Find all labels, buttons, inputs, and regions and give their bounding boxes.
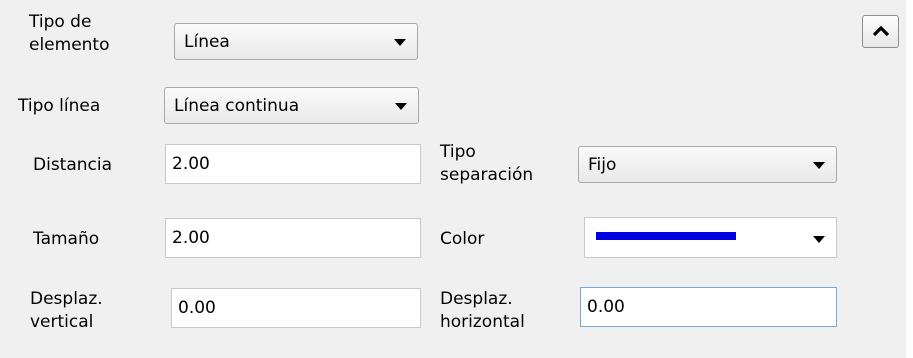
line-type-select[interactable]: Línea continua [164,87,419,124]
horizontal-offset-input[interactable]: 0.00 [580,287,837,327]
size-input[interactable]: 2.00 [165,218,421,258]
chevron-down-icon [813,162,825,169]
separation-type-select[interactable]: Fijo [578,146,837,183]
distance-label: Distancia [33,155,113,175]
separation-type-label: Tipo separación [440,142,534,185]
element-type-select[interactable]: Línea [174,23,418,60]
line-type-label: Tipo línea [18,96,101,116]
size-value: 2.00 [172,228,210,248]
element-type-value: Línea [184,32,230,52]
color-select[interactable] [584,217,837,258]
panel-edge [906,0,913,358]
separation-type-value: Fijo [588,155,617,175]
color-label: Color [440,229,485,249]
horizontal-offset-label: Desplaz. horizontal [440,289,525,332]
distance-input[interactable]: 2.00 [165,144,421,184]
vertical-offset-input[interactable]: 0.00 [171,288,421,328]
chevron-down-icon [813,236,825,243]
color-swatch [596,232,736,240]
chevron-down-icon [395,103,407,110]
properties-panel: Tipo de elemento Línea Tipo línea Línea … [0,0,906,358]
distance-value: 2.00 [172,154,210,174]
horizontal-offset-value: 0.00 [587,297,625,317]
chevron-down-icon [394,39,406,46]
element-type-label: Tipo de elemento [29,12,110,55]
size-label: Tamaño [33,229,100,249]
line-type-value: Línea continua [174,96,300,116]
vertical-offset-value: 0.00 [178,298,216,318]
vertical-offset-label: Desplaz. vertical [30,289,103,332]
collapse-button[interactable] [862,15,899,48]
chevron-up-icon [872,25,890,37]
